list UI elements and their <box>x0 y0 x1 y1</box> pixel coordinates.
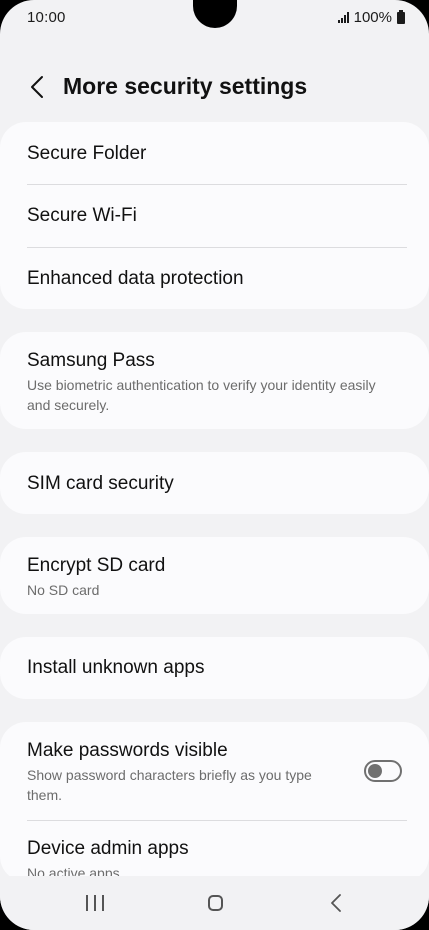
home-button[interactable] <box>195 888 235 918</box>
item-subtitle: Show password characters briefly as you … <box>27 767 312 803</box>
nav-back-button[interactable] <box>316 888 356 918</box>
toggle-knob <box>368 764 382 778</box>
app-header: More security settings <box>0 64 429 110</box>
samsung-pass-item[interactable]: Samsung Pass Use biometric authenticatio… <box>0 332 429 429</box>
back-button[interactable] <box>22 70 52 104</box>
item-title: Install unknown apps <box>27 657 205 678</box>
install-unknown-apps-item[interactable]: Install unknown apps <box>0 637 429 699</box>
recents-button[interactable] <box>75 888 115 918</box>
enhanced-data-protection-item[interactable]: Enhanced data protection <box>0 248 429 309</box>
sim-security-card: SIM card security <box>0 452 429 514</box>
page-title: More security settings <box>63 73 308 99</box>
signal-icon <box>337 12 349 23</box>
item-title: Secure Wi-Fi <box>27 205 137 226</box>
home-icon <box>207 895 223 911</box>
phone-screen: 10:00 100% More security settings Secure… <box>0 0 429 930</box>
item-title: Enhanced data protection <box>27 268 244 289</box>
install-unknown-apps-card: Install unknown apps <box>0 637 429 699</box>
security-features-card: Secure Folder Secure Wi-Fi Enhanced data… <box>0 122 429 309</box>
encrypt-sd-card-item[interactable]: Encrypt SD card No SD card <box>0 537 429 614</box>
back-icon <box>331 894 341 912</box>
battery-percent: 100% <box>353 9 392 26</box>
item-subtitle: Use biometric authentication to verify y… <box>27 377 376 413</box>
status-time: 10:00 <box>27 9 66 26</box>
item-title: Secure Folder <box>27 143 147 164</box>
chevron-left-icon <box>31 76 43 98</box>
item-title: Device admin apps <box>27 838 189 859</box>
status-icons: 100% <box>337 9 405 26</box>
item-title: Samsung Pass <box>27 350 155 371</box>
navigation-bar <box>0 876 429 930</box>
status-bar: 10:00 100% <box>0 0 429 36</box>
camera-notch <box>193 0 237 28</box>
item-subtitle: No SD card <box>27 582 100 598</box>
secure-wifi-item[interactable]: Secure Wi-Fi <box>0 185 429 247</box>
make-passwords-visible-item[interactable]: Make passwords visible Show password cha… <box>0 722 429 820</box>
device-admin-apps-item[interactable]: Device admin apps No active apps <box>0 821 429 882</box>
passwords-admin-card: Make passwords visible Show password cha… <box>0 722 429 882</box>
encrypt-sd-card: Encrypt SD card No SD card <box>0 537 429 614</box>
item-title: Make passwords visible <box>27 740 228 761</box>
sim-card-security-item[interactable]: SIM card security <box>0 452 429 514</box>
battery-icon <box>397 9 405 24</box>
passwords-visible-toggle[interactable] <box>364 760 402 782</box>
item-title: SIM card security <box>27 473 174 494</box>
recents-icon <box>86 895 104 911</box>
samsung-pass-card: Samsung Pass Use biometric authenticatio… <box>0 332 429 429</box>
secure-folder-item[interactable]: Secure Folder <box>0 122 429 184</box>
item-title: Encrypt SD card <box>27 555 166 576</box>
